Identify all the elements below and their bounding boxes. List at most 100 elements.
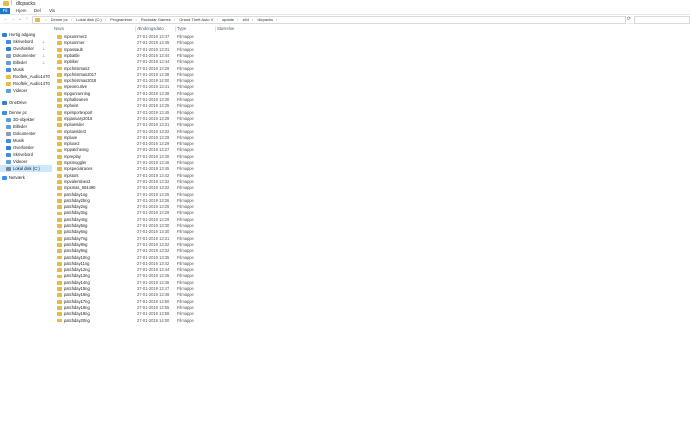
- file-type: Filmappe: [177, 317, 194, 323]
- sidebar-item[interactable]: Skrivebord: [0, 151, 52, 158]
- sidebar-item[interactable]: Hurtig adgang: [0, 31, 52, 38]
- separator-icon: |: [11, 0, 13, 6]
- folder-icon: [57, 306, 62, 310]
- breadcrumb-rockstar-games[interactable]: Rockstar Games: [140, 17, 172, 22]
- sidebar-item[interactable]: Overførsler: [0, 144, 52, 151]
- document-icon: [6, 53, 11, 58]
- column-divider[interactable]: [215, 26, 216, 32]
- drive-icon: [6, 166, 11, 171]
- column-divider[interactable]: [175, 26, 176, 32]
- network-icon: [2, 175, 7, 180]
- folder-icon: [57, 60, 62, 65]
- folder-icon: [57, 41, 62, 46]
- sidebar-item-label: Rooftek_Audio1470: [13, 81, 50, 86]
- breadcrumb-this-pc[interactable]: Denne pc: [50, 17, 69, 22]
- folder-icon: [57, 217, 62, 222]
- tab-file[interactable]: Fil: [0, 8, 10, 14]
- sidebar-item[interactable]: Denne pc: [0, 109, 52, 116]
- sidebar-item[interactable]: Rooftek_Audio1470: [0, 80, 52, 87]
- download-icon: [6, 145, 11, 150]
- tab-share[interactable]: Del: [31, 8, 44, 14]
- sidebar-item[interactable]: Dokumenter: [0, 130, 52, 137]
- folder-icon: [57, 268, 62, 273]
- folder-icon: [57, 85, 62, 90]
- folder-icon: [57, 47, 62, 52]
- video-icon: [6, 159, 11, 164]
- music-icon: [6, 138, 11, 143]
- folder-icon: [57, 167, 62, 172]
- sidebar-item[interactable]: Rooftek_Audio1470: [0, 73, 52, 80]
- desktop-icon: [6, 152, 11, 157]
- address-bar[interactable]: › Denne pc › Lokal disk (C:) › Programmer ›…: [32, 16, 626, 24]
- folder-icon: [57, 161, 62, 165]
- sidebar-item-label: Skrivebord: [13, 39, 34, 44]
- folder-icon: [57, 299, 62, 304]
- download-icon: [6, 46, 11, 51]
- tab-view[interactable]: Vis: [46, 8, 58, 14]
- folder-icon: [57, 230, 62, 235]
- sidebar-item[interactable]: Billeder: [0, 123, 52, 130]
- folder-icon: [57, 142, 62, 147]
- sidebar-item[interactable]: Musik: [0, 66, 52, 73]
- sidebar-item-label: Musik: [13, 138, 24, 143]
- sidebar-item[interactable]: 3D-objekter: [0, 116, 52, 123]
- sidebar-item[interactable]: Musik: [0, 137, 52, 144]
- sidebar-item[interactable]: Lokal disk (C:): [0, 165, 52, 172]
- folder-icon: [57, 91, 62, 96]
- folder-icon: [57, 293, 62, 298]
- search-input[interactable]: [634, 16, 690, 24]
- forward-arrow-icon[interactable]: →: [10, 16, 16, 22]
- breadcrumb-gta-v[interactable]: Grand Theft Auto V: [178, 17, 214, 22]
- folder-icon: [57, 198, 62, 203]
- column-header-name[interactable]: Navn: [54, 26, 64, 32]
- up-arrow-icon[interactable]: ↑: [24, 16, 30, 22]
- folder-icon: [3, 1, 9, 6]
- folder-icon: [57, 54, 62, 58]
- sidebar-item[interactable]: Videoer: [0, 87, 52, 94]
- folder-icon: [57, 287, 62, 291]
- folder-icon: [57, 123, 62, 128]
- breadcrumb-x64[interactable]: x64: [242, 17, 250, 22]
- refresh-icon[interactable]: ⟳: [626, 16, 632, 22]
- chevron-right-icon: ›: [237, 17, 239, 22]
- sidebar-item[interactable]: Netværk: [0, 174, 52, 181]
- file-list: Navn Ændringsdato Type Størrelse mpsumme…: [53, 24, 690, 430]
- sidebar-item[interactable]: OneDrive: [0, 99, 52, 106]
- back-arrow-icon[interactable]: ←: [3, 16, 9, 22]
- sidebar-item-label: Overførsler: [13, 46, 34, 51]
- sidebar-item-label: Dokumenter: [13, 53, 36, 58]
- folder-icon: [57, 249, 62, 254]
- folder-icon: [57, 274, 62, 279]
- recent-chevron-icon[interactable]: ⌄: [17, 16, 23, 22]
- sidebar-item[interactable]: Videoer: [0, 158, 52, 165]
- pin-icon[interactable]: ⊥: [42, 59, 45, 66]
- folder-icon: [57, 261, 62, 266]
- sidebar-item-label: 3D-objekter: [13, 117, 35, 122]
- pin-icon[interactable]: ⊥: [42, 38, 45, 45]
- pin-icon[interactable]: ⊥: [42, 45, 45, 52]
- file-name: patchday20ng: [64, 317, 90, 323]
- list-item[interactable]: patchday20ng 27-01-2019 14:00 Filmappe: [53, 318, 353, 324]
- sidebar-item-label: Billeder: [13, 60, 27, 65]
- breadcrumb-update[interactable]: update: [221, 17, 235, 22]
- sidebar-item-label: Overførsler: [13, 145, 34, 150]
- breadcrumb-programmer[interactable]: Programmer: [109, 17, 133, 22]
- sidebar-item-label: OneDrive: [9, 100, 27, 105]
- column-divider[interactable]: [135, 26, 136, 32]
- computer-icon: [2, 110, 7, 115]
- column-header-size[interactable]: Størrelse: [217, 26, 234, 32]
- sidebar-item-label: Billeder: [13, 124, 27, 129]
- pin-icon[interactable]: ⊥: [42, 52, 45, 59]
- window-title: dlcpacks: [16, 1, 36, 7]
- video-icon: [6, 88, 11, 93]
- column-header-type[interactable]: Type: [177, 26, 186, 32]
- sidebar-item-label: Rooftek_Audio1470: [13, 74, 50, 79]
- folder-icon: [57, 129, 62, 134]
- breadcrumb-local-disk[interactable]: Lokal disk (C:): [75, 17, 103, 22]
- tab-home[interactable]: Hjem: [13, 8, 30, 14]
- column-header-date[interactable]: Ændringsdato: [137, 26, 164, 32]
- breadcrumb-dlcpacks[interactable]: dlcpacks: [256, 17, 274, 22]
- sidebar-item-label: Videoer: [13, 88, 28, 93]
- chevron-right-icon: ›: [45, 17, 47, 22]
- sidebar-item-label: Denne pc: [9, 110, 27, 115]
